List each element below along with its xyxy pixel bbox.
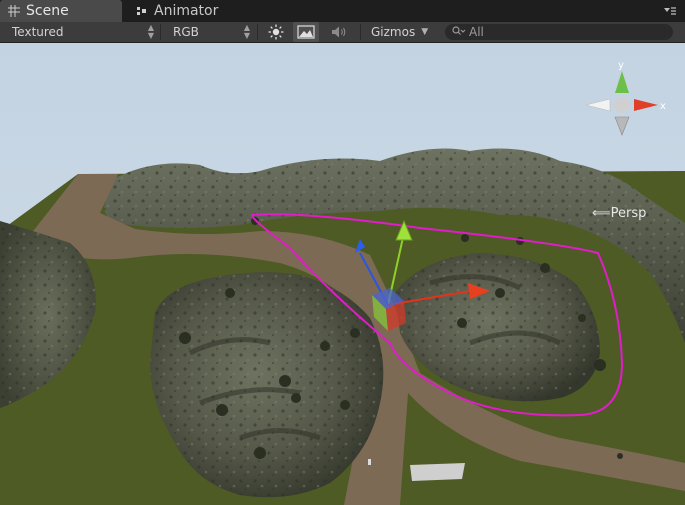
image-icon: [297, 25, 315, 39]
scene-window: Scene Animator Textured ▲ ▼ RGB ▲ ▼ Gizm…: [0, 0, 685, 505]
scene-effects-toggle[interactable]: [293, 22, 319, 42]
sun-icon: [268, 24, 284, 40]
orientation-y-label: y: [618, 60, 624, 71]
toolbar-divider: [257, 24, 258, 40]
render-mode-dropdown[interactable]: RGB ▲ ▼: [161, 22, 256, 42]
ground-object[interactable]: [410, 463, 465, 481]
gizmos-dropdown[interactable]: Gizmos ▼: [371, 22, 437, 42]
tab-animator[interactable]: Animator: [128, 0, 268, 22]
dropdown-arrows-icon: ▲ ▼: [147, 23, 154, 40]
tab-scene[interactable]: Scene: [0, 0, 122, 22]
persp-arrow-icon: ⟸: [592, 206, 611, 221]
tab-bar: Scene Animator: [0, 0, 685, 22]
scene-toolbar: Textured ▲ ▼ RGB ▲ ▼ Gizmos ▼ All: [0, 22, 685, 43]
toolbar-divider: [360, 24, 361, 40]
search-icon: [452, 25, 466, 39]
tab-animator-label: Animator: [154, 3, 219, 19]
terrain-render: y x: [0, 43, 685, 505]
speaker-icon: [332, 26, 346, 38]
search-placeholder: All: [469, 25, 484, 39]
panel-menu-icon[interactable]: [663, 5, 677, 17]
projection-label-text: Persp: [610, 206, 647, 221]
draw-mode-dropdown[interactable]: Textured ▲ ▼: [0, 22, 160, 42]
orientation-x-label: x: [660, 101, 666, 112]
draw-mode-value: Textured: [12, 25, 64, 39]
small-marker: [368, 459, 371, 465]
audio-toggle[interactable]: [327, 22, 353, 42]
scene-viewport[interactable]: y x ⟸Persp: [0, 43, 685, 505]
grid-icon: [8, 5, 20, 17]
render-mode-value: RGB: [173, 25, 199, 39]
search-input[interactable]: All: [445, 24, 673, 40]
projection-label[interactable]: ⟸Persp: [592, 206, 646, 221]
orientation-center[interactable]: [614, 97, 630, 113]
gizmos-label: Gizmos: [371, 25, 416, 39]
chevron-down-icon: ▼: [421, 27, 429, 37]
animator-icon: [137, 7, 146, 15]
tab-scene-label: Scene: [26, 3, 69, 19]
dropdown-arrows-icon: ▲ ▼: [243, 23, 250, 40]
lighting-toggle[interactable]: [263, 22, 289, 42]
